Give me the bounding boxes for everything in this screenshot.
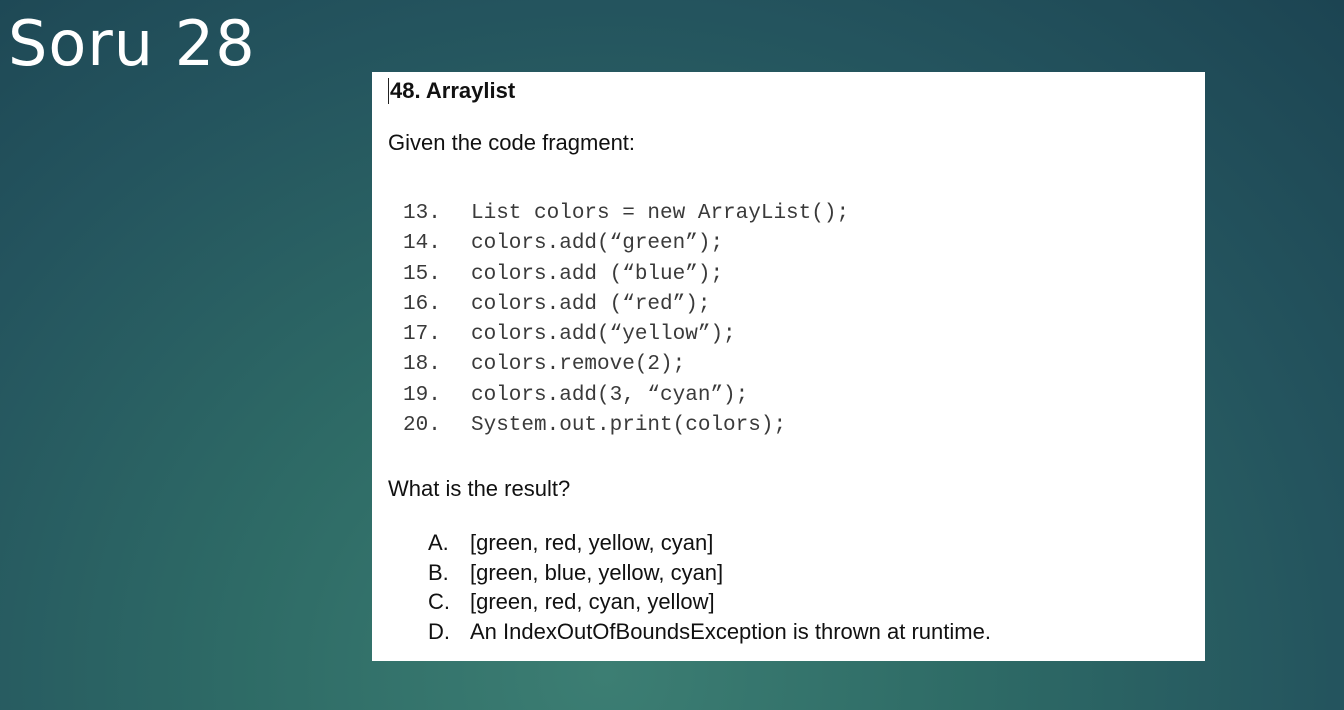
code-line-number: 20. — [403, 414, 441, 438]
code-line-number: 13. — [403, 202, 441, 225]
question-heading: 48. Arraylist — [388, 78, 516, 104]
code-line-text: colors.add(“green”); — [471, 232, 724, 256]
code-line: 15. colors.add (“blue”); — [403, 260, 849, 290]
option-letter: A. — [428, 530, 449, 555]
code-line-text: colors.remove(2); — [471, 353, 686, 377]
code-line: 20. System.out.print(colors); — [403, 411, 849, 441]
option-text: [green, blue, yellow, cyan] — [470, 559, 724, 585]
code-line: 18. colors.remove(2); — [403, 350, 849, 380]
answer-options: A. [green, red, yellow, cyan] B. [green, b… — [428, 528, 991, 646]
option-letter: B. — [428, 559, 449, 585]
option-text: [green, red, yellow, cyan] — [470, 530, 714, 555]
code-line: 14. colors.add(“green”); — [403, 229, 849, 259]
option-letter: C. — [428, 589, 450, 614]
option-text: An IndexOutOfBoundsException is thrown a… — [470, 618, 991, 644]
question-prompt: What is the result? — [388, 476, 571, 501]
code-line-text: System.out.print(colors); — [471, 414, 787, 438]
answer-option-a: A. [green, red, yellow, cyan] — [428, 528, 991, 558]
answer-option-c: C. [green, red, cyan, yellow] — [428, 587, 991, 617]
code-line: 19. colors.add(3, “cyan”); — [403, 381, 849, 411]
code-fragment: 13. List colors = new ArrayList(); 14. col… — [403, 199, 849, 441]
code-line-number: 14. — [403, 232, 441, 256]
code-line-number: 15. — [403, 262, 441, 286]
code-line-number: 16. — [403, 292, 441, 316]
answer-option-b: B. [green, blue, yellow, cyan] — [428, 558, 991, 588]
code-line-text: colors.add(“yellow”); — [471, 323, 736, 347]
code-line-number: 17. — [403, 323, 441, 347]
option-letter: D. — [428, 618, 450, 644]
question-card: 48. Arraylist Given the code fragment: 1… — [372, 72, 1205, 661]
question-intro: Given the code fragment: — [388, 130, 636, 155]
answer-option-d: D. An IndexOutOfBoundsException is thrown… — [428, 617, 991, 647]
code-line-text: colors.add (“red”); — [471, 292, 711, 316]
code-line-number: 18. — [403, 353, 441, 377]
slide-title: Soru 28 — [8, 7, 256, 80]
code-line-text: colors.add (“blue”); — [471, 262, 724, 286]
code-line: 13. List colors = new ArrayList(); — [403, 199, 849, 229]
code-line-number: 19. — [403, 383, 441, 407]
code-line-text: colors.add(3, “cyan”); — [471, 383, 749, 407]
code-line: 16. colors.add (“red”); — [403, 290, 849, 320]
code-line: 17. colors.add(“yellow”); — [403, 320, 849, 350]
code-line-text: List colors = new ArrayList(); — [471, 202, 850, 225]
option-text: [green, red, cyan, yellow] — [470, 589, 715, 614]
